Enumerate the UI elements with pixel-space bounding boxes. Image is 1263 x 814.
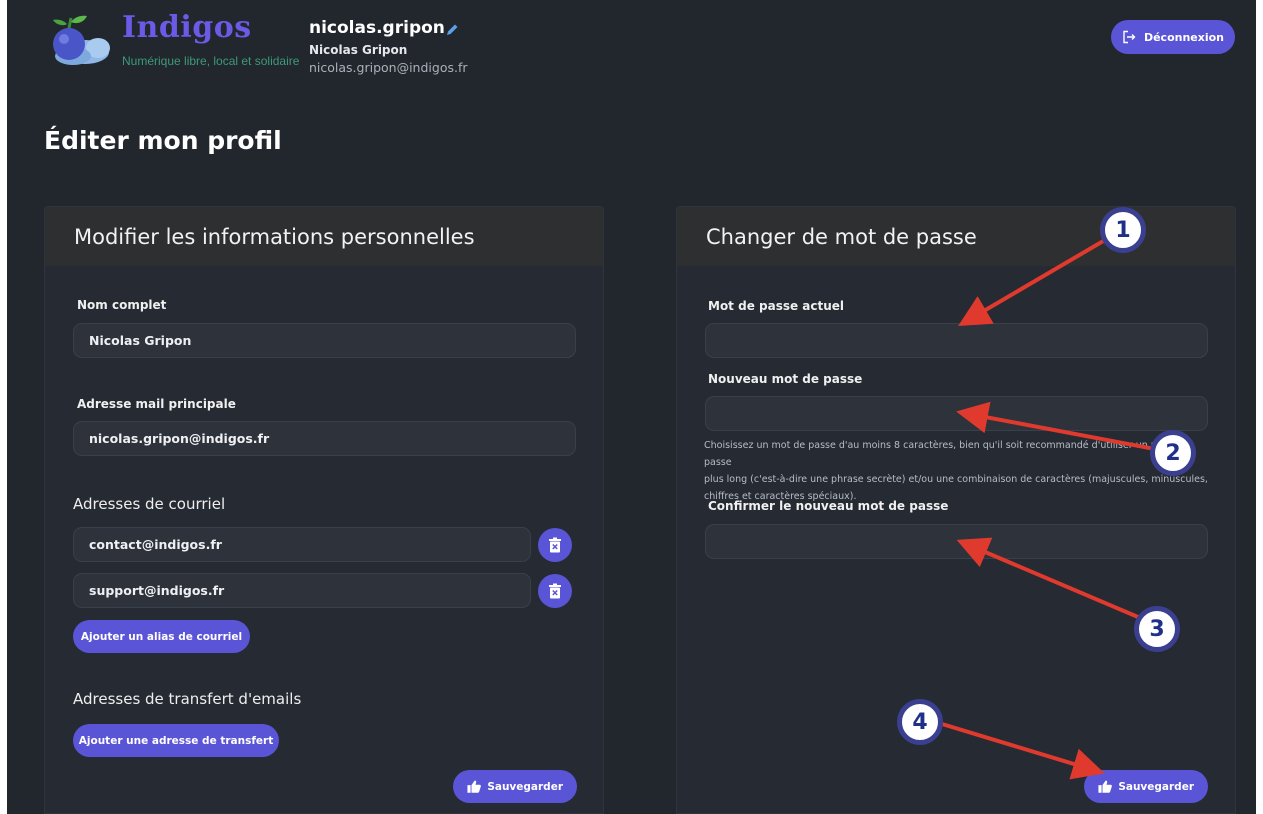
password-help-line: Choisissez un mot de passe d'au moins 8 … [704,440,1185,468]
delete-alias-button[interactable] [538,574,572,608]
delete-alias-button[interactable] [538,528,572,562]
add-alias-button[interactable]: Ajouter un alias de courriel [73,620,250,653]
thumbs-up-icon [467,780,481,793]
brand-tagline: Numérique libre, local et solidaire [122,54,300,68]
save-password-label: Sauvegarder [1118,780,1194,793]
user-full-name: Nicolas Gripon [309,43,408,57]
personal-info-title: Modifier les informations personnelles [45,207,603,266]
new-password-input[interactable] [705,396,1208,431]
save-personal-label: Sauvegarder [487,780,563,793]
pencil-icon[interactable] [444,22,460,38]
personal-info-card: Modifier les informations personnelles N… [44,206,604,814]
thumbs-up-icon [1098,780,1112,793]
password-card-title: Changer de mot de passe [677,207,1235,266]
plum-cloud-logo [53,15,110,65]
current-password-label: Mot de passe actuel [708,299,845,313]
logout-button[interactable]: Déconnexion [1111,20,1235,54]
aliases-title: Adresses de courriel [73,495,226,513]
logout-label: Déconnexion [1143,30,1225,44]
add-forwarding-button[interactable]: Ajouter une adresse de transfert [73,724,279,757]
user-handle: nicolas.gripon [309,18,445,38]
trash-x-icon [549,583,561,599]
forwarding-title: Adresses de transfert d'emails [73,690,302,708]
full-name-label: Nom complet [77,298,167,312]
trash-x-icon [549,537,561,553]
annotation-badge: 3 [1134,606,1180,652]
annotation-badge: 1 [1100,207,1146,253]
password-help-line: plus long (c'est-à-dire une phrase secrè… [704,474,1208,485]
annotation-badge: 2 [1150,430,1196,476]
main-email-input[interactable]: nicolas.gripon@indigos.fr [73,421,576,456]
save-password-button[interactable]: Sauvegarder [1084,770,1208,803]
confirm-password-label: Confirmer le nouveau mot de passe [708,499,949,513]
full-name-input[interactable]: Nicolas Gripon [73,323,576,358]
password-help-text: Choisissez un mot de passe d'au moins 8 … [704,437,1214,505]
user-email: nicolas.gripon@indigos.fr [309,60,468,75]
alias-input[interactable]: support@indigos.fr [73,573,531,608]
annotation-badge: 4 [897,699,943,745]
save-personal-button[interactable]: Sauvegarder [453,770,577,803]
main-email-label: Adresse mail principale [77,397,236,411]
confirm-password-input[interactable] [705,524,1208,559]
page-title: Éditer mon profil [44,126,282,155]
brand-name: Indigos [122,10,252,45]
logout-icon [1123,30,1136,44]
password-card: Changer de mot de passe Mot de passe act… [676,206,1236,814]
current-password-input[interactable] [705,323,1208,358]
alias-input[interactable]: contact@indigos.fr [73,527,531,562]
app-window: Indigos Numérique libre, local et solida… [7,0,1256,814]
new-password-label: Nouveau mot de passe [708,372,863,386]
